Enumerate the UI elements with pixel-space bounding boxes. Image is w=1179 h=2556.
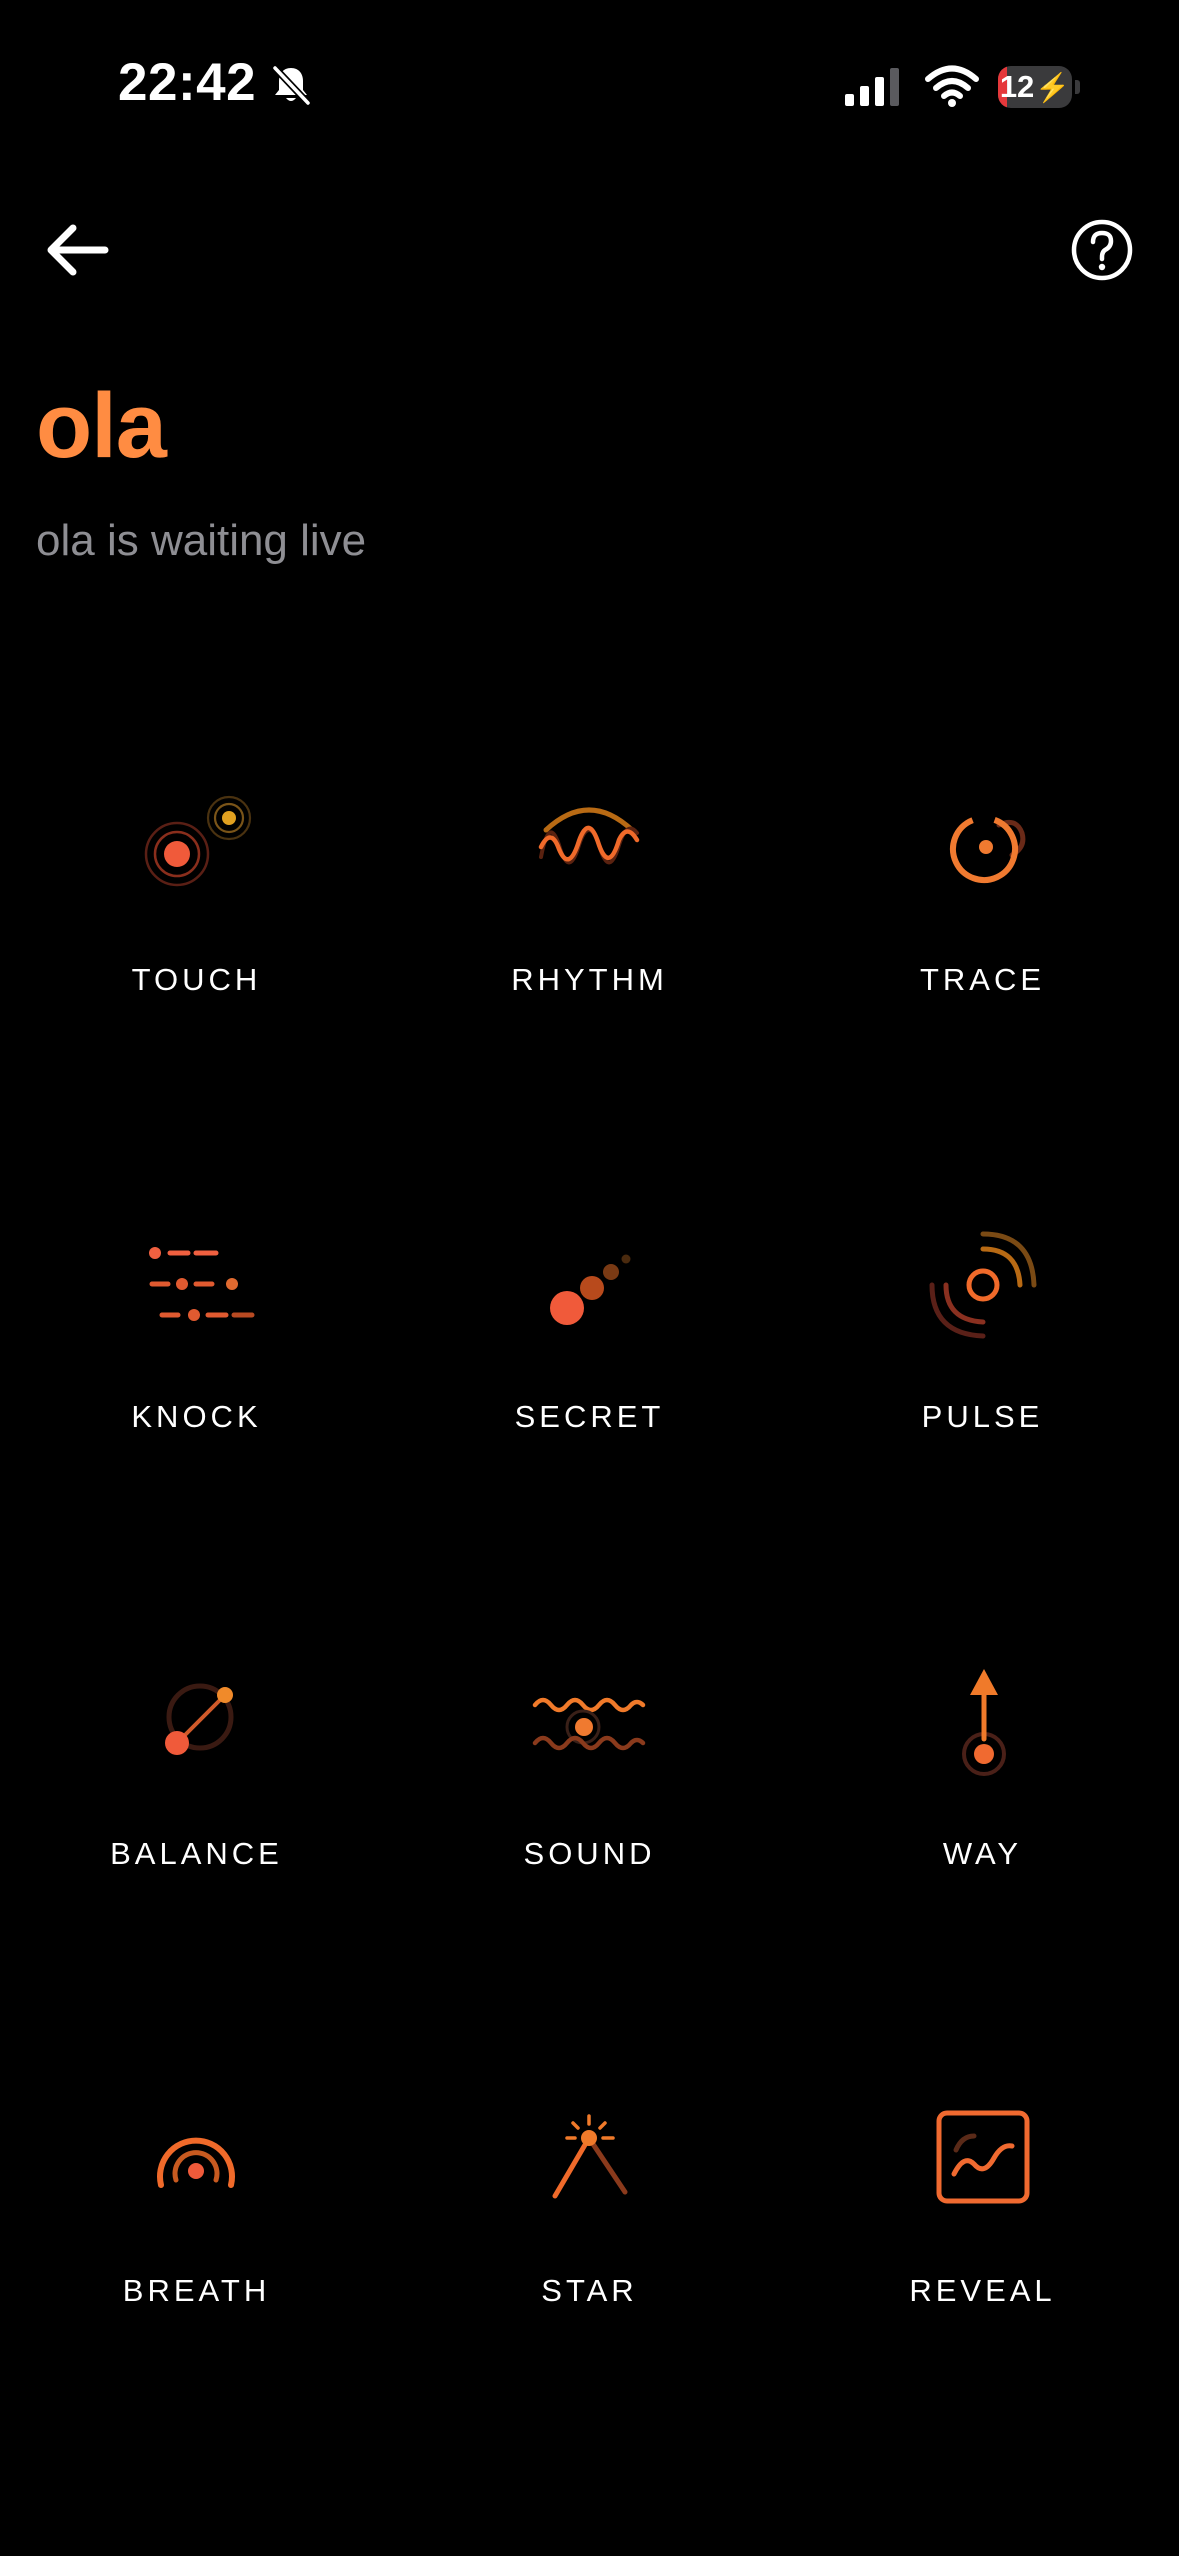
- mode-touch[interactable]: TOUCH: [0, 740, 393, 1060]
- mode-balance[interactable]: BALANCE: [0, 1614, 393, 1934]
- bell-slash-icon: [272, 65, 311, 106]
- trace-icon: [950, 815, 1026, 883]
- battery-body: 12 ⚡: [998, 66, 1072, 108]
- battery-charging-icon: 12 ⚡: [998, 66, 1072, 108]
- battery-cap: [1075, 80, 1080, 94]
- way-icon: [962, 1669, 1006, 1776]
- mode-breath[interactable]: BREATH: [0, 2051, 393, 2371]
- mode-label: RHYTHM: [511, 962, 668, 997]
- breath-icon: [157, 2137, 235, 2188]
- status-time: 22:42: [118, 53, 257, 112]
- reveal-icon: [936, 2110, 1030, 2204]
- wifi-icon: [925, 65, 979, 107]
- mode-star[interactable]: STAR: [393, 2051, 786, 2371]
- mode-reveal[interactable]: REVEAL: [786, 2051, 1179, 2371]
- balance-icon: [165, 1683, 234, 1755]
- mode-way[interactable]: WAY: [786, 1614, 1179, 1934]
- mode-label: SECRET: [514, 1399, 665, 1434]
- back-button[interactable]: [36, 210, 116, 290]
- mode-label: WAY: [942, 1836, 1023, 1871]
- rhythm-icon: [538, 807, 640, 865]
- mode-knock[interactable]: KNOCK: [0, 1177, 393, 1497]
- mode-label: KNOCK: [131, 1399, 262, 1434]
- mode-label: BALANCE: [110, 1836, 283, 1871]
- page-subtitle: ola is waiting live: [36, 516, 367, 565]
- mode-trace[interactable]: TRACE: [786, 740, 1179, 1060]
- status-bar: 22:42 12 ⚡: [0, 0, 1179, 170]
- touch-icon: [144, 795, 252, 887]
- knock-icon: [149, 1247, 255, 1321]
- bolt-icon: ⚡: [1035, 71, 1071, 103]
- mode-label: TOUCH: [131, 962, 262, 997]
- sound-icon: [532, 1697, 646, 1751]
- cellular-signal-icon: [845, 68, 899, 106]
- mode-label: SOUND: [523, 1836, 656, 1871]
- mode-sound[interactable]: SOUND: [393, 1614, 786, 1934]
- star-icon: [552, 2114, 628, 2199]
- mode-label: BREATH: [122, 2273, 271, 2308]
- mode-secret[interactable]: SECRET: [393, 1177, 786, 1497]
- question-circle-icon: [1071, 219, 1133, 281]
- mode-label: STAR: [541, 2273, 638, 2308]
- mode-pulse[interactable]: PULSE: [786, 1177, 1179, 1497]
- arrow-left-icon: [47, 224, 109, 276]
- secret-icon: [550, 1254, 631, 1325]
- help-button[interactable]: [1062, 210, 1142, 290]
- mode-label: TRACE: [919, 962, 1046, 997]
- mode-label: REVEAL: [909, 2273, 1056, 2308]
- battery-indicator: 12 ⚡: [998, 66, 1080, 108]
- battery-level: 12: [999, 69, 1035, 104]
- mode-rhythm[interactable]: RHYTHM: [393, 740, 786, 1060]
- mode-label: PULSE: [921, 1399, 1044, 1434]
- pulse-icon: [929, 1231, 1037, 1339]
- page-title: ola: [36, 375, 167, 477]
